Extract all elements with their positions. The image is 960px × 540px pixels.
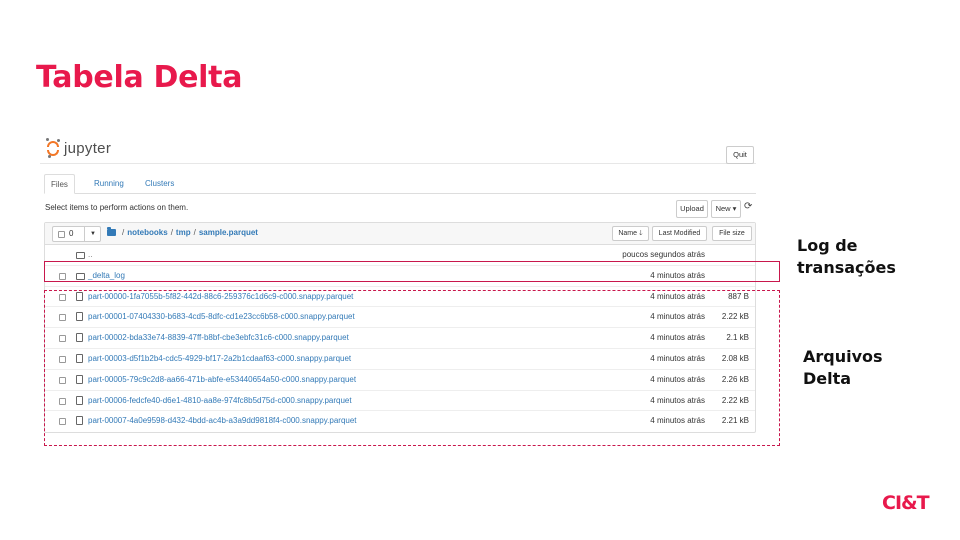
select-all-dropdown[interactable]: 0 ▼ (52, 226, 101, 242)
upload-button[interactable]: Upload (676, 200, 708, 218)
file-list-header: 0 ▼ / notebooks / tmp / sample.parquet N… (45, 223, 755, 245)
arrow-down-icon: 🡓 (639, 230, 643, 237)
slide-title: Tabela Delta (36, 60, 243, 95)
select-instructions: Select items to perform actions on them. (45, 203, 189, 212)
selected-count: 0 (69, 229, 74, 238)
tab-running[interactable]: Running (88, 174, 130, 194)
delta-log-highlight-box (44, 261, 780, 282)
delta-annotation-line2: Delta (803, 369, 852, 388)
modified-time: poucos segundos atrás (622, 250, 705, 259)
folder-icon (76, 250, 85, 261)
refresh-icon[interactable]: ⟳ (744, 201, 752, 212)
log-annotation-line2: transações (797, 258, 896, 277)
parent-dir-link[interactable]: .. (88, 250, 92, 259)
log-annotation: Log de transações (797, 235, 896, 279)
folder-icon[interactable] (107, 227, 116, 236)
log-annotation-line1: Log de (797, 236, 858, 255)
breadcrumb-sample-parquet[interactable]: sample.parquet (199, 228, 258, 237)
sort-last-modified-button[interactable]: Last Modified (652, 226, 707, 241)
delta-annotation-line1: Arquivos (803, 347, 883, 366)
sort-file-size-button[interactable]: File size (712, 226, 752, 241)
quit-button[interactable]: Quit (726, 146, 754, 164)
breadcrumb-tmp[interactable]: tmp (176, 228, 191, 237)
breadcrumb-notebooks[interactable]: notebooks (127, 228, 167, 237)
delta-files-highlight-box (44, 290, 780, 446)
tab-files[interactable]: Files (44, 174, 75, 194)
sort-name-button[interactable]: Name 🡓 (612, 226, 649, 241)
new-button[interactable]: New ▾ (711, 200, 741, 218)
jupyter-logo-text: jupyter (64, 139, 112, 157)
tab-bar: Files Running Clusters (44, 174, 756, 194)
sort-name-label: Name (618, 230, 638, 237)
brand-logo: CI&T (882, 492, 930, 514)
select-all-checkbox[interactable] (58, 231, 65, 238)
jupyter-logo-icon (46, 138, 60, 158)
tab-clusters[interactable]: Clusters (139, 174, 180, 194)
jupyter-header: jupyter Quit (40, 136, 756, 164)
delta-files-annotation: Arquivos Delta (803, 346, 883, 390)
chevron-down-icon[interactable]: ▼ (84, 227, 101, 241)
jupyter-logo[interactable]: jupyter (46, 138, 111, 158)
breadcrumb: / notebooks / tmp / sample.parquet (107, 227, 258, 237)
